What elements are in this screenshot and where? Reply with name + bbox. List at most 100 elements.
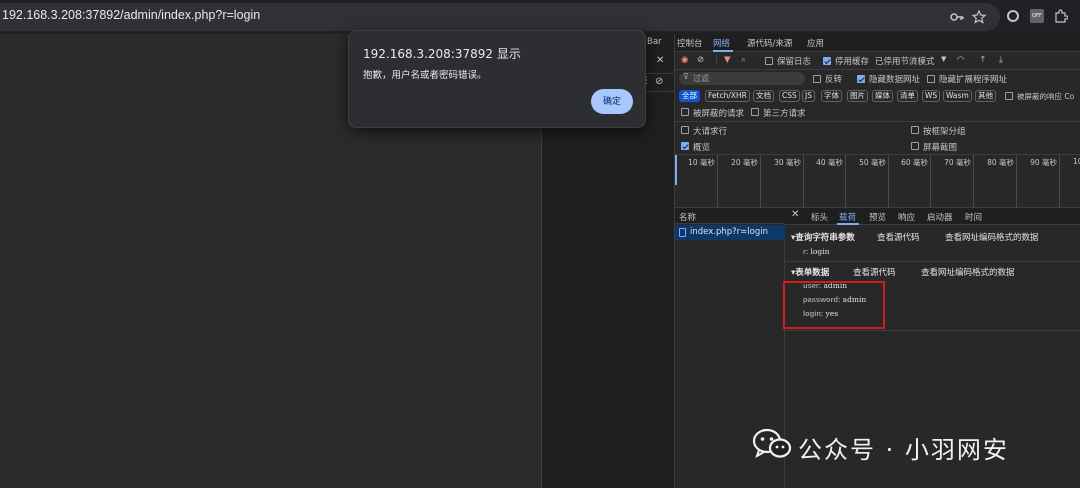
search-icon[interactable]: ⌕ xyxy=(741,55,746,65)
preserve-log-label: 保留日志 xyxy=(777,57,812,67)
blocked-requests-checkbox[interactable] xyxy=(681,108,689,116)
group-by-frame-label: 按框架分组 xyxy=(923,127,966,137)
tab-initiator[interactable]: 启动器 xyxy=(927,211,953,223)
third-party-label: 第三方请求 xyxy=(763,109,806,119)
clear-icon[interactable]: ⊘ xyxy=(697,55,704,65)
blocked-requests-label: 被屏蔽的请求 xyxy=(693,109,745,119)
chevron-down-icon[interactable]: ▼ xyxy=(941,55,946,63)
type-chip-all[interactable]: 全部 xyxy=(679,90,700,102)
timeline-tick: 30 毫秒 xyxy=(761,155,804,209)
request-row[interactable]: index.php?r=login xyxy=(675,225,785,240)
big-rows-checkbox[interactable] xyxy=(681,126,689,134)
overview-label: 概览 xyxy=(693,143,711,153)
close-icon[interactable]: ✕ xyxy=(656,55,664,66)
invert-label: 反转 xyxy=(825,75,843,85)
network-overview-timeline[interactable]: 10 毫秒 20 毫秒 30 毫秒 40 毫秒 50 毫秒 60 毫秒 70 毫… xyxy=(675,154,1080,209)
record-icon[interactable]: ◉ xyxy=(681,55,688,65)
tab-console[interactable]: 控制台 xyxy=(677,37,703,49)
address-bar[interactable]: 192.168.3.208:37892/admin/index.php?r=lo… xyxy=(0,3,1000,31)
url-text[interactable]: 192.168.3.208:37892/admin/index.php?r=lo… xyxy=(2,8,260,22)
disable-cache-checkbox[interactable] xyxy=(823,57,831,65)
toolbar-divider: | xyxy=(715,55,718,65)
wifi-icon[interactable]: ◠ xyxy=(957,55,964,65)
filter-row: ⊽ 过滤 反转 隐藏数据网址 隐藏扩展程序网址 xyxy=(675,70,1080,87)
blocked-cookies-label: 被屏蔽的响应 Co xyxy=(1017,92,1075,101)
filter-icon[interactable]: ▼ xyxy=(724,55,731,65)
timeline-tick: 90 毫秒 xyxy=(1017,155,1060,209)
ok-button[interactable]: 确定 xyxy=(591,89,633,114)
timeline-tick: 10 xyxy=(1073,157,1080,166)
tab-headers[interactable]: 标头 xyxy=(811,211,828,223)
tab-payload[interactable]: 载荷 xyxy=(839,211,856,223)
name-column-header[interactable]: 名称 xyxy=(679,211,696,223)
type-chip-fetch[interactable]: Fetch/XHR xyxy=(705,90,750,102)
timeline-tick: 70 毫秒 xyxy=(931,155,974,209)
timeline-tick: 20 毫秒 xyxy=(718,155,761,209)
close-icon[interactable]: ✕ xyxy=(791,209,799,220)
query-string-section: ▾查询字符串参数 查看源代码 查看网址编码格式的数据 r: login xyxy=(785,231,1080,261)
puzzle-icon[interactable] xyxy=(1054,9,1069,23)
alert-dialog: 192.168.3.208:37892 显示 抱歉，用户名或者密码错误。 确定 xyxy=(348,30,646,128)
type-chip-js[interactable]: JS xyxy=(802,90,815,102)
hide-data-urls-checkbox[interactable] xyxy=(857,75,865,83)
dialog-title: 192.168.3.208:37892 显示 xyxy=(363,47,521,61)
type-chip-ws[interactable]: WS xyxy=(922,90,941,102)
dialog-message: 抱歉，用户名或者密码错误。 xyxy=(363,70,487,81)
timeline-tick: 10 毫秒 xyxy=(675,155,718,209)
type-chip-doc[interactable]: 文档 xyxy=(753,90,774,102)
tab-bar[interactable]: Bar xyxy=(647,37,662,47)
invert-checkbox[interactable] xyxy=(813,75,821,83)
request-name: index.php?r=login xyxy=(690,227,768,237)
type-chip-wasm[interactable]: Wasm xyxy=(943,90,972,102)
timeline-tick: 60 毫秒 xyxy=(889,155,931,209)
devtools-tab-bar: Bar 控制台 网络 源代码/来源 应用 xyxy=(647,34,1080,52)
query-view-encoded-link[interactable]: 查看网址编码格式的数据 xyxy=(945,231,1039,243)
form-data-title[interactable]: ▾表单数据 xyxy=(791,266,829,278)
hide-ext-urls-checkbox[interactable] xyxy=(927,75,935,83)
watermark-text: 公众号 · 小羽网安 xyxy=(798,436,1009,464)
tab-application[interactable]: 应用 xyxy=(807,37,824,49)
network-toolbar: ◉ ⊘ | ▼ ⌕ 保留日志 停用缓存 已停用节流模式 ▼ ◠ ⤒ ⤓ xyxy=(675,52,1080,70)
resource-type-filter: 全部 Fetch/XHR 文档 CSS JS 字体 图片 媒体 清单 WS Wa… xyxy=(675,88,1080,104)
third-party-checkbox[interactable] xyxy=(751,108,759,116)
tab-timing[interactable]: 时间 xyxy=(965,211,982,223)
tab-sources[interactable]: 源代码/来源 xyxy=(747,37,792,49)
extension-record-icon[interactable] xyxy=(1006,9,1020,23)
overview-checkbox[interactable] xyxy=(681,142,689,150)
hide-ext-urls-label: 隐藏扩展程序网址 xyxy=(939,75,1008,85)
timeline-tick: 80 毫秒 xyxy=(974,155,1017,209)
star-icon[interactable] xyxy=(971,9,987,24)
key-icon[interactable] xyxy=(950,10,964,24)
type-chip-font[interactable]: 字体 xyxy=(821,90,842,102)
funnel-icon: ⊽ xyxy=(683,72,689,81)
clear-icon[interactable]: ⊘ xyxy=(655,76,663,87)
form-view-source-link[interactable]: 查看源代码 xyxy=(853,266,896,278)
blocked-cookies-checkbox[interactable] xyxy=(1005,92,1013,100)
upload-icon[interactable]: ⤒ xyxy=(981,55,985,65)
tab-preview[interactable]: 预览 xyxy=(869,211,886,223)
query-string-title[interactable]: ▾查询字符串参数 xyxy=(791,231,855,243)
blocked-requests-row: 被屏蔽的请求 第三方请求 xyxy=(675,104,1080,120)
form-view-encoded-link[interactable]: 查看网址编码格式的数据 xyxy=(921,266,1015,278)
big-rows-row: 大请求行 按框架分组 xyxy=(675,121,1080,137)
filter-input[interactable]: ⊽ 过滤 xyxy=(679,72,805,85)
hide-data-urls-label: 隐藏数据网址 xyxy=(869,75,921,85)
type-chip-media[interactable]: 媒体 xyxy=(872,90,893,102)
query-view-source-link[interactable]: 查看源代码 xyxy=(877,231,920,243)
type-chip-img[interactable]: 图片 xyxy=(847,90,868,102)
tab-response[interactable]: 响应 xyxy=(898,211,915,223)
download-icon[interactable]: ⤓ xyxy=(999,55,1003,65)
type-chip-manifest[interactable]: 清单 xyxy=(897,90,918,102)
group-by-frame-checkbox[interactable] xyxy=(911,126,919,134)
extension-off-icon[interactable]: OFF xyxy=(1030,9,1044,23)
disable-cache-label: 停用缓存 xyxy=(835,57,870,67)
preserve-log-checkbox[interactable] xyxy=(765,57,773,65)
type-chip-css[interactable]: CSS xyxy=(779,90,800,102)
timeline-tick: 40 毫秒 xyxy=(804,155,846,209)
timeline-tick: 50 毫秒 xyxy=(846,155,889,209)
screenshots-checkbox[interactable] xyxy=(911,142,919,150)
tab-network[interactable]: 网络 xyxy=(713,37,730,49)
type-chip-other[interactable]: 其他 xyxy=(975,90,996,102)
screenshots-label: 屏幕截图 xyxy=(923,143,958,153)
throttle-select[interactable]: 已停用节流模式 xyxy=(875,55,935,67)
